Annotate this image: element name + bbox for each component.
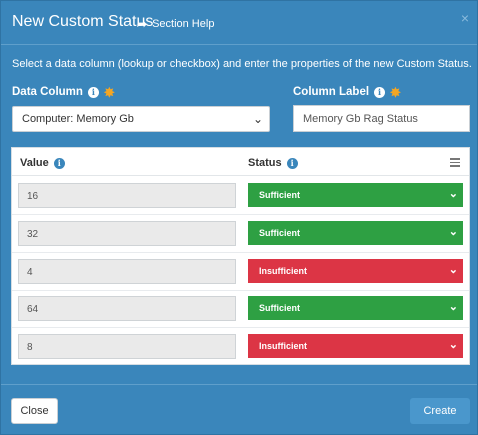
status-label: Insufficient bbox=[259, 341, 308, 351]
info-icon[interactable]: i bbox=[87, 86, 99, 98]
close-button[interactable]: Close bbox=[11, 398, 58, 424]
value-input[interactable]: 64 bbox=[18, 296, 236, 321]
value-input[interactable]: 8 bbox=[18, 334, 236, 359]
section-help-label: Section Help bbox=[152, 18, 215, 30]
value-header-text: Value bbox=[20, 157, 49, 169]
custom-status-dialog: New Custom Status ➦ Section Help × Selec… bbox=[0, 0, 478, 435]
value-input[interactable]: 4 bbox=[18, 259, 236, 284]
dialog-header: New Custom Status ➦ Section Help × bbox=[1, 1, 477, 45]
status-select[interactable]: Sufficient ⌄ bbox=[248, 221, 463, 245]
menu-icon[interactable] bbox=[450, 158, 460, 169]
data-column-label-text: Data Column bbox=[12, 86, 83, 98]
status-select[interactable]: Insufficient ⌄ bbox=[248, 259, 463, 283]
status-select[interactable]: Sufficient ⌄ bbox=[248, 296, 463, 320]
value-input[interactable]: 32 bbox=[18, 221, 236, 246]
data-column-select[interactable]: Computer: Memory Gb ⌄ bbox=[12, 106, 270, 132]
status-select[interactable]: Sufficient ⌄ bbox=[248, 183, 463, 207]
info-icon[interactable]: i bbox=[286, 157, 298, 169]
create-button[interactable]: Create bbox=[410, 398, 470, 424]
header-divider bbox=[12, 175, 469, 176]
column-label-label: Column Label i ✸ bbox=[293, 84, 401, 100]
row-divider bbox=[12, 214, 469, 215]
status-column-header: Status i bbox=[248, 157, 298, 169]
status-label: Sufficient bbox=[259, 228, 301, 238]
status-header-text: Status bbox=[248, 157, 282, 169]
dialog-title: New Custom Status bbox=[12, 13, 154, 30]
chevron-down-icon: ⌄ bbox=[448, 226, 458, 238]
row-divider bbox=[12, 290, 469, 291]
required-star-icon: ✸ bbox=[390, 84, 401, 100]
status-label: Sufficient bbox=[259, 190, 301, 200]
status-table: Value i Status i 16 Sufficient ⌄ 32 Suff… bbox=[11, 147, 470, 365]
close-icon[interactable]: × bbox=[461, 10, 469, 26]
chevron-down-icon: ⌄ bbox=[252, 112, 263, 126]
chevron-down-icon: ⌄ bbox=[448, 301, 458, 313]
section-help-link[interactable]: ➦ Section Help bbox=[137, 17, 214, 31]
chevron-down-icon: ⌄ bbox=[448, 339, 458, 351]
info-icon[interactable]: i bbox=[374, 86, 386, 98]
data-column-label: Data Column i ✸ bbox=[12, 84, 115, 100]
data-column-value: Computer: Memory Gb bbox=[22, 113, 134, 125]
info-icon[interactable]: i bbox=[53, 157, 65, 169]
row-divider bbox=[12, 252, 469, 253]
column-label-input[interactable]: Memory Gb Rag Status bbox=[293, 105, 470, 132]
status-select[interactable]: Insufficient ⌄ bbox=[248, 334, 463, 358]
status-label: Sufficient bbox=[259, 303, 301, 313]
required-star-icon: ✸ bbox=[103, 84, 115, 100]
chevron-down-icon: ⌄ bbox=[448, 188, 458, 200]
instructions-text: Select a data column (lookup or checkbox… bbox=[12, 58, 472, 70]
row-divider bbox=[12, 327, 469, 328]
share-arrow-icon: ➦ bbox=[137, 17, 148, 31]
column-label-text: Column Label bbox=[293, 86, 370, 98]
value-column-header: Value i bbox=[20, 157, 65, 169]
chevron-down-icon: ⌄ bbox=[448, 264, 458, 276]
status-label: Insufficient bbox=[259, 266, 308, 276]
value-input[interactable]: 16 bbox=[18, 183, 236, 208]
dialog-footer: Close Create bbox=[1, 384, 477, 435]
